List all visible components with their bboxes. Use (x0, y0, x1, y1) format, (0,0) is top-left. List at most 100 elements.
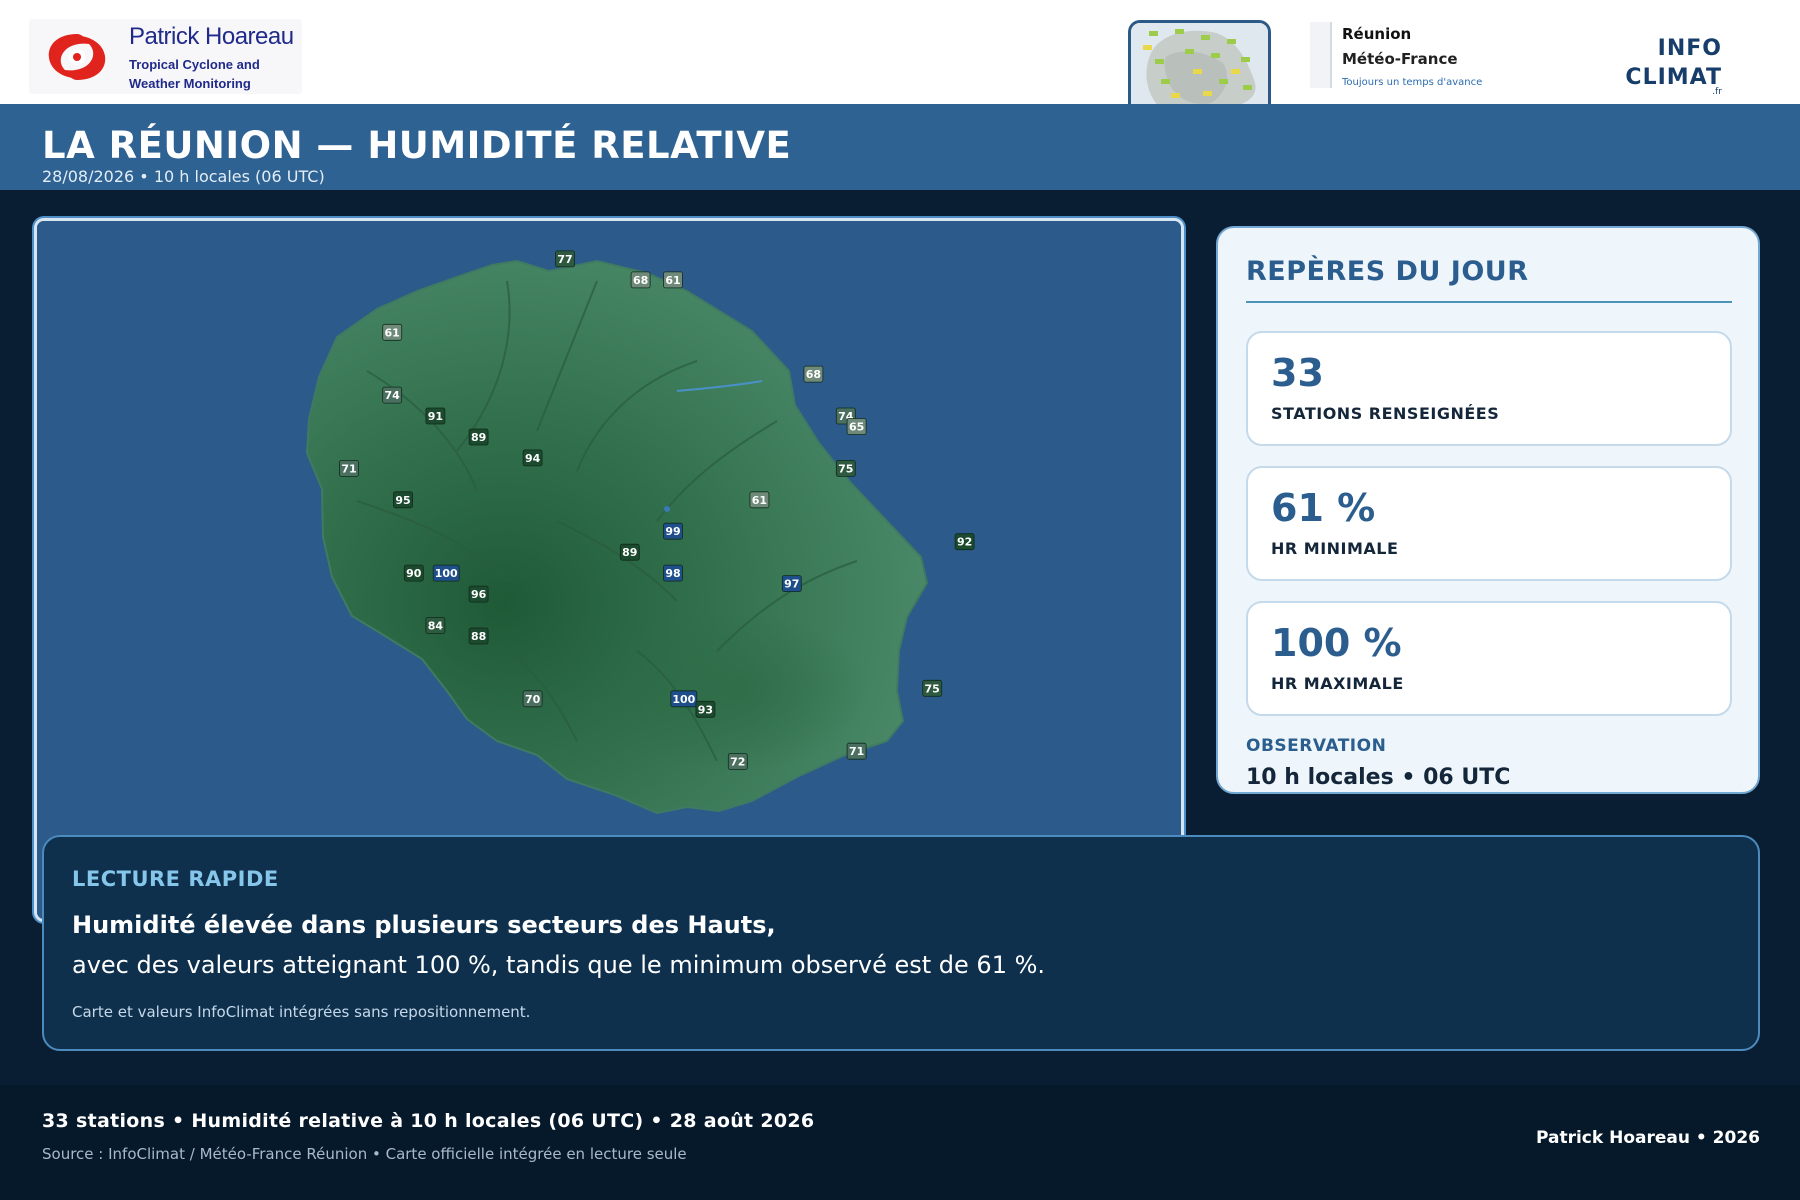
station-value: 68 (633, 274, 648, 287)
station-value: 61 (385, 326, 400, 339)
station-value: 98 (665, 567, 680, 580)
lake-mark (664, 506, 670, 512)
quick-read-heading: LECTURE RAPIDE (72, 867, 279, 891)
station-label[interactable]: 61 (382, 323, 403, 341)
station-value: 74 (385, 389, 401, 402)
footer-summary: 33 stations • Humidité relative à 10 h l… (42, 1110, 815, 1132)
station-value: 70 (525, 693, 541, 706)
station-value: 61 (752, 494, 767, 507)
station-label[interactable]: 68 (630, 271, 651, 289)
station-value: 77 (557, 253, 572, 266)
station-value: 91 (428, 410, 443, 423)
page-subtitle: 28/08/2026 • 10 h locales (06 UTC) (42, 167, 325, 186)
station-label[interactable]: 91 (425, 407, 446, 425)
footer-source: Source : InfoClimat / Météo-France Réuni… (42, 1145, 687, 1163)
station-value: 97 (784, 578, 799, 591)
brand-tagline-line-1: Tropical Cyclone and (129, 57, 260, 72)
station-label[interactable]: 89 (619, 543, 640, 561)
highlights-divider (1246, 301, 1732, 303)
stations-count-card: 33 STATIONS RENSEIGNÉES (1246, 331, 1732, 446)
station-label[interactable]: 90 (403, 564, 424, 582)
highlights-heading: REPÈRES DU JOUR (1246, 256, 1529, 287)
meteo-france-mark-icon (1310, 22, 1332, 88)
station-value: 100 (435, 567, 458, 580)
station-value: 72 (730, 756, 745, 769)
station-label[interactable]: 93 (695, 700, 716, 718)
station-label[interactable]: 61 (749, 491, 770, 509)
station-label[interactable]: 98 (663, 564, 683, 582)
max-humidity-value: 100 % (1271, 621, 1402, 665)
quick-read-body: avec des valeurs atteignant 100 %, tandi… (72, 951, 1046, 979)
station-label[interactable]: 84 (425, 617, 446, 634)
station-label[interactable]: 95 (393, 491, 413, 509)
highlights-panel: REPÈRES DU JOUR 33 STATIONS RENSEIGNÉES … (1216, 226, 1760, 794)
stations-count-label: STATIONS RENSEIGNÉES (1271, 404, 1500, 423)
station-label[interactable]: 88 (468, 627, 489, 645)
station-value: 75 (838, 462, 853, 475)
station-value: 90 (406, 567, 422, 580)
station-label[interactable]: 97 (781, 575, 802, 593)
map-thumbnail-image (1131, 23, 1268, 106)
station-value: 96 (471, 588, 487, 601)
meteo-france-region: Réunion (1342, 25, 1412, 43)
meteo-france-logo[interactable]: Réunion Météo-France Toujours un temps d… (1310, 22, 1510, 88)
station-value: 68 (806, 368, 821, 381)
station-label[interactable]: 71 (339, 459, 359, 477)
station-value: 99 (665, 525, 680, 538)
footer-credit: Patrick Hoareau • 2026 (1536, 1128, 1760, 1148)
humidity-map-panel: 77 68 61 61 68 74 91 74 65 89 94 71 75 95 61 99 92 89 90 10… (34, 218, 1184, 922)
brand-tagline: Tropical Cyclone and Weather Monitoring (129, 55, 260, 93)
station-label[interactable]: 92 (954, 533, 975, 551)
cyclone-logo-icon (48, 34, 106, 80)
station-label[interactable]: 68 (803, 365, 824, 383)
station-value: 61 (665, 274, 680, 287)
stations-count-value: 33 (1271, 351, 1324, 395)
station-value: 65 (849, 421, 864, 434)
min-humidity-value: 61 % (1271, 486, 1376, 530)
quick-read-headline: Humidité élevée dans plusieurs secteurs … (72, 911, 776, 939)
station-value: 92 (957, 536, 972, 549)
station-value: 100 (672, 693, 695, 706)
station-value: 95 (395, 494, 410, 507)
patrick-hoareau-logo[interactable]: Patrick Hoareau Tropical Cyclone and Wea… (29, 19, 302, 94)
station-value: 88 (471, 630, 486, 643)
station-label[interactable]: 61 (663, 271, 683, 289)
max-humidity-card: 100 % HR MAXIMALE (1246, 601, 1732, 716)
station-value: 94 (525, 452, 541, 465)
map-thumbnail[interactable] (1128, 20, 1271, 106)
station-label[interactable]: 89 (468, 428, 489, 446)
humidity-map: 7768 6161687491 7465899471 7595 6199928990 10… (37, 221, 1181, 919)
min-humidity-card: 61 % HR MINIMALE (1246, 466, 1732, 581)
title-band: LA RÉUNION — HUMIDITÉ RELATIVE 28/08/202… (0, 104, 1800, 190)
station-label[interactable]: 94 (522, 449, 543, 467)
station-label[interactable]: 75 (835, 459, 856, 477)
station-value: 71 (849, 745, 864, 758)
station-label[interactable]: 99 (663, 522, 683, 540)
quick-read-note: Carte et valeurs InfoClimat intégrées sa… (72, 1003, 531, 1021)
station-label[interactable]: 96 (468, 585, 489, 603)
station-label[interactable]: 100 (670, 690, 698, 708)
quick-read-panel: LECTURE RAPIDE Humidité élevée dans plus… (42, 835, 1760, 1051)
top-header: Patrick Hoareau Tropical Cyclone and Wea… (0, 0, 1800, 106)
page-title: LA RÉUNION — HUMIDITÉ RELATIVE (42, 124, 792, 167)
station-label[interactable]: 100 (432, 564, 460, 582)
station-label[interactable]: 65 (846, 418, 867, 435)
brand-name: Patrick Hoareau (129, 23, 294, 50)
observation-label: OBSERVATION (1246, 736, 1387, 756)
infoclimat-line-1: INFO (1657, 36, 1722, 61)
station-label[interactable]: 70 (522, 690, 543, 708)
station-label[interactable]: 72 (727, 753, 748, 770)
station-value: 93 (698, 703, 713, 716)
station-value: 89 (622, 546, 637, 559)
station-label[interactable]: 74 (382, 386, 403, 404)
volcano-shading (607, 611, 867, 771)
station-label[interactable]: 71 (846, 742, 867, 760)
meteo-france-name: Météo-France (1342, 50, 1458, 68)
station-label[interactable]: 75 (922, 679, 943, 697)
max-humidity-label: HR MAXIMALE (1271, 674, 1404, 693)
station-value: 89 (471, 431, 486, 444)
station-label[interactable]: 77 (555, 250, 575, 268)
brand-tagline-line-2: Weather Monitoring (129, 76, 251, 91)
station-value: 84 (428, 620, 444, 633)
infoclimat-logo[interactable]: INFO CLIMAT .fr (1600, 34, 1722, 97)
